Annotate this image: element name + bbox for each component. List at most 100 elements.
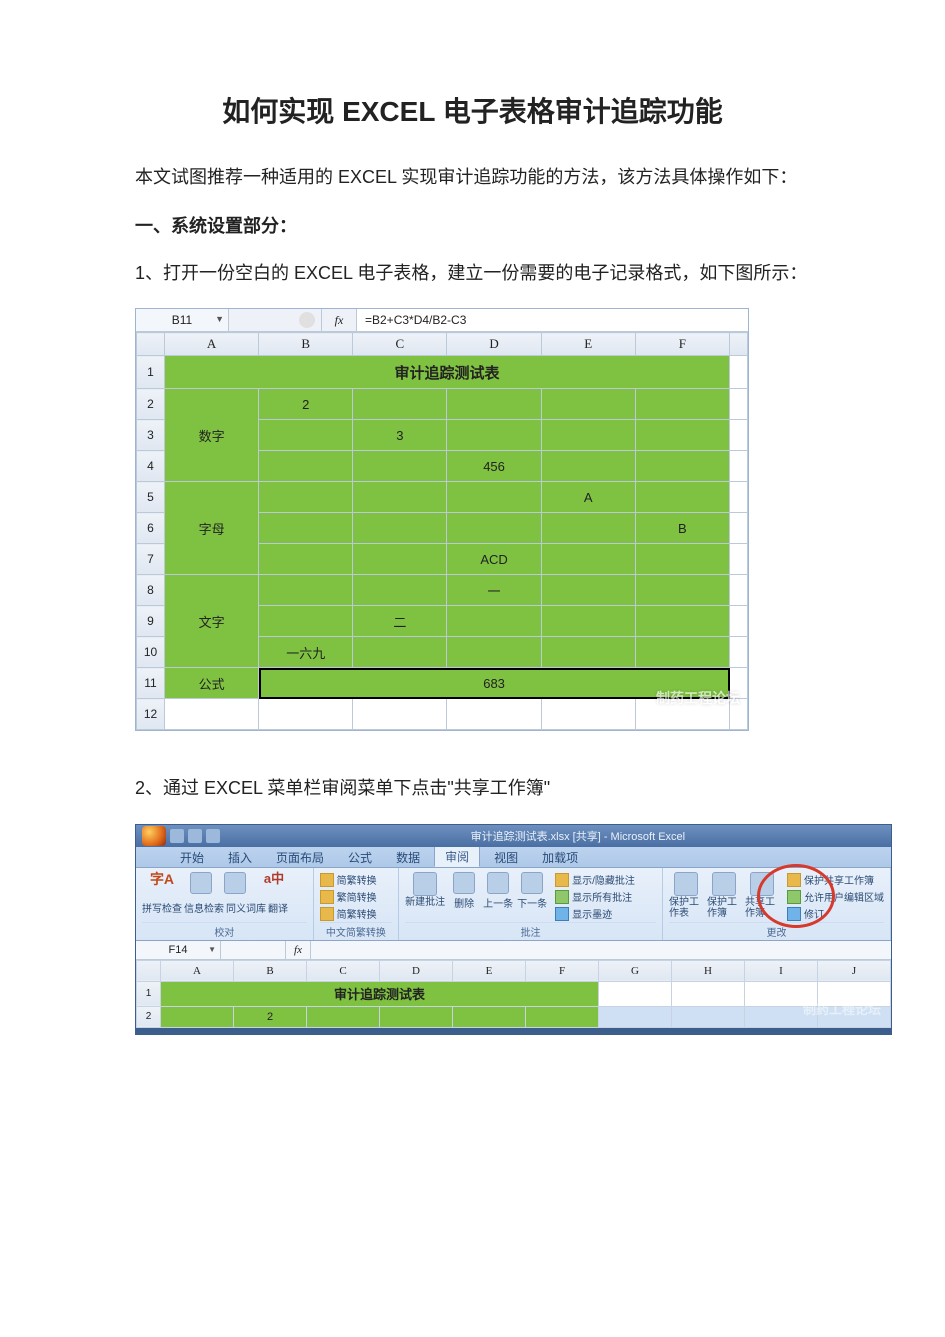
cell-b5[interactable]: [259, 482, 353, 513]
row-header-7[interactable]: 7: [137, 544, 165, 575]
tab-insert[interactable]: 插入: [218, 847, 262, 867]
cell-c5[interactable]: [353, 482, 447, 513]
spellcheck-button[interactable]: 字A: [142, 872, 182, 887]
cell-d7[interactable]: ACD: [447, 544, 541, 575]
col2-b[interactable]: B: [234, 960, 307, 981]
delete-comment-button[interactable]: 删除: [449, 872, 479, 910]
cell-f9[interactable]: [635, 606, 729, 637]
cell-e2[interactable]: [541, 389, 635, 420]
cell-d6[interactable]: [447, 513, 541, 544]
cell-blank[interactable]: [730, 420, 748, 451]
sheet-title-cell[interactable]: 审计追踪测试表: [165, 356, 730, 389]
tab-data[interactable]: 数据: [386, 847, 430, 867]
cell-b10[interactable]: 一六九: [259, 637, 353, 668]
cell2-d2[interactable]: [380, 1006, 453, 1027]
cell-d10[interactable]: [447, 637, 541, 668]
formula-bar-2-input[interactable]: [311, 941, 891, 959]
cell-blank[interactable]: [730, 356, 748, 389]
track-changes-button[interactable]: 修订: [787, 906, 884, 922]
cell-c4[interactable]: [353, 451, 447, 482]
office-button-icon[interactable]: [142, 826, 166, 846]
row-header-12[interactable]: 12: [137, 699, 165, 730]
translate-button[interactable]: a中: [254, 872, 294, 886]
cell-d4[interactable]: 456: [447, 451, 541, 482]
row2-1[interactable]: 1: [137, 981, 161, 1006]
qat-undo-icon[interactable]: [188, 829, 202, 843]
protect-workbook-button[interactable]: 保护工作簿: [707, 872, 741, 919]
select-all-2[interactable]: [137, 960, 161, 981]
cell-c2[interactable]: [353, 389, 447, 420]
share-workbook-button[interactable]: 共享工作簿: [745, 872, 779, 919]
col-header-blank[interactable]: [730, 333, 748, 356]
qat-redo-icon[interactable]: [206, 829, 220, 843]
tab-review[interactable]: 审阅: [434, 845, 480, 867]
cell-blank[interactable]: [730, 637, 748, 668]
cell-blank[interactable]: [730, 513, 748, 544]
cell-d2[interactable]: [447, 389, 541, 420]
cell-d12[interactable]: [447, 699, 541, 730]
cell-e7[interactable]: [541, 544, 635, 575]
cell2-g2[interactable]: [599, 1006, 672, 1027]
cell-f5[interactable]: [635, 482, 729, 513]
col2-a[interactable]: A: [161, 960, 234, 981]
cell-blank[interactable]: [730, 482, 748, 513]
row-header-5[interactable]: 5: [137, 482, 165, 513]
show-all-comments-button[interactable]: 显示所有批注: [555, 889, 635, 905]
cell-e10[interactable]: [541, 637, 635, 668]
col-header-d[interactable]: D: [447, 333, 541, 356]
cell-e3[interactable]: [541, 420, 635, 451]
col2-j[interactable]: J: [818, 960, 891, 981]
cell-f3[interactable]: [635, 420, 729, 451]
cell-e8[interactable]: [541, 575, 635, 606]
cell-e12[interactable]: [541, 699, 635, 730]
protect-shared-button[interactable]: 保护共享工作簿: [787, 872, 884, 888]
col2-g[interactable]: G: [599, 960, 672, 981]
tab-formulas[interactable]: 公式: [338, 847, 382, 867]
prev-comment-button[interactable]: 上一条: [483, 872, 513, 910]
row2-2[interactable]: 2: [137, 1006, 161, 1027]
fx-button[interactable]: fx: [322, 309, 357, 331]
col2-d[interactable]: D: [380, 960, 453, 981]
cell-d8[interactable]: 一: [447, 575, 541, 606]
cell-b3[interactable]: [259, 420, 353, 451]
label-letters[interactable]: 字母: [165, 482, 259, 575]
trad-to-simp-button[interactable]: 繁简转换: [320, 889, 393, 905]
protect-sheet-button[interactable]: 保护工作表: [669, 872, 703, 919]
cell-e5[interactable]: A: [541, 482, 635, 513]
allow-edit-ranges-button[interactable]: 允许用户编辑区域: [787, 889, 884, 905]
col-header-f[interactable]: F: [635, 333, 729, 356]
research-button[interactable]: [186, 872, 216, 894]
cell2-c2[interactable]: [307, 1006, 380, 1027]
col2-c[interactable]: C: [307, 960, 380, 981]
new-comment-button[interactable]: 新建批注: [405, 872, 445, 908]
cell-b8[interactable]: [259, 575, 353, 606]
cell-c8[interactable]: [353, 575, 447, 606]
cell-d9[interactable]: [447, 606, 541, 637]
tab-page-layout[interactable]: 页面布局: [266, 847, 334, 867]
qat-save-icon[interactable]: [170, 829, 184, 843]
simp-to-trad-button[interactable]: 简繁转换: [320, 872, 393, 888]
cell-f7[interactable]: [635, 544, 729, 575]
cjk-convert-button[interactable]: 简繁转换: [320, 906, 393, 922]
formula-bar-input[interactable]: =B2+C3*D4/B2-C3: [357, 309, 748, 331]
thesaurus-button[interactable]: [220, 872, 250, 894]
cell-blank[interactable]: [730, 544, 748, 575]
cell2-f2[interactable]: [526, 1006, 599, 1027]
col2-e[interactable]: E: [453, 960, 526, 981]
col2-i[interactable]: I: [745, 960, 818, 981]
label-formula[interactable]: 公式: [165, 668, 259, 699]
row-header-10[interactable]: 10: [137, 637, 165, 668]
col2-f[interactable]: F: [526, 960, 599, 981]
cell2-e2[interactable]: [453, 1006, 526, 1027]
show-ink-button[interactable]: 显示墨迹: [555, 906, 635, 922]
select-all-corner[interactable]: [137, 333, 165, 356]
cell-blank[interactable]: [730, 606, 748, 637]
formula-bar-circle-icon[interactable]: [299, 312, 315, 328]
cell-c7[interactable]: [353, 544, 447, 575]
cell-blank[interactable]: [730, 575, 748, 606]
cell-b12[interactable]: [259, 699, 353, 730]
col-header-a[interactable]: A: [165, 333, 259, 356]
fx-button-2[interactable]: fx: [286, 941, 311, 959]
cell2-blank[interactable]: [672, 981, 745, 1006]
cell-b2[interactable]: 2: [259, 389, 353, 420]
